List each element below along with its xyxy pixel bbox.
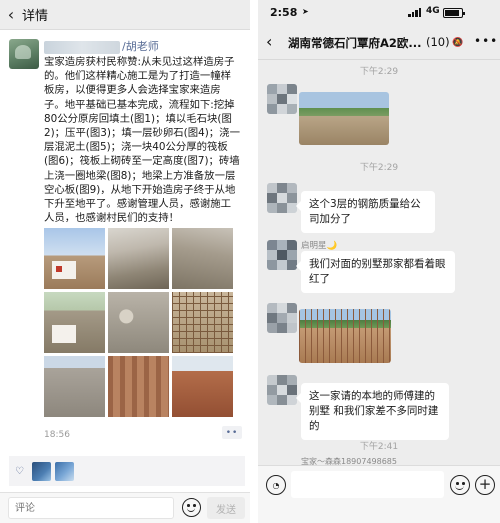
moment-detail-panel: ‹ 详情 /胡老师 宝家造房获村民称赞:从未见过这样造房子的。他们这样精心施工是…: [0, 0, 250, 523]
post-time: 18:56: [44, 430, 70, 440]
photo-thumbnail[interactable]: [172, 228, 233, 289]
author-name[interactable]: /胡老师: [122, 38, 159, 54]
post-text: 宝家造房获村民称赞:从未见过这样造房子的。他们这样精心施工是为了打造一幢样板房，…: [44, 56, 240, 225]
timestamp: 下午2:41: [359, 442, 399, 452]
chevron-left-icon[interactable]: ‹: [0, 0, 22, 30]
message-input[interactable]: [291, 471, 444, 498]
screenshot: ‹ 详情 /胡老师 宝家造房获村民称赞:从未见过这样造房子的。他们这样精心施工是…: [0, 0, 500, 523]
plus-icon[interactable]: +: [475, 475, 495, 495]
send-button[interactable]: 发送: [207, 497, 245, 519]
message-bubble[interactable]: 这个3层的钢筋质量给公司加分了: [296, 191, 435, 233]
sender-avatar[interactable]: [267, 183, 297, 213]
more-icon[interactable]: •••: [474, 34, 498, 48]
sender-avatar[interactable]: [267, 240, 297, 270]
sender-avatar[interactable]: [267, 84, 297, 114]
signal-icon: [408, 8, 422, 17]
liker-avatar[interactable]: [31, 461, 51, 481]
more-actions-button[interactable]: ••: [222, 426, 242, 439]
chat-title[interactable]: 湖南常德石门覃府A2欧...: [288, 35, 422, 51]
author-avatar[interactable]: [9, 39, 39, 69]
photo-grid: [44, 228, 233, 417]
chat-input-bar: ◔ +: [258, 465, 500, 523]
photo-thumbnail[interactable]: [172, 356, 233, 417]
photo-thumbnail[interactable]: [108, 292, 169, 353]
liker-avatar[interactable]: [54, 461, 74, 481]
likes-bar: ♡: [9, 456, 245, 486]
photo-thumbnail[interactable]: [108, 356, 169, 417]
sender-avatar[interactable]: [267, 303, 297, 333]
photo-thumbnail[interactable]: [172, 292, 233, 353]
timestamp: 下午2:29: [359, 67, 399, 77]
sender-avatar[interactable]: [267, 375, 297, 405]
voice-icon[interactable]: ◔: [266, 475, 286, 495]
message-bubble[interactable]: 这一家请的本地的师傅建的别墅 和我们家差不多同时建的: [296, 383, 449, 440]
photo-thumbnail[interactable]: [108, 228, 169, 289]
comment-input[interactable]: [8, 497, 174, 519]
detail-header: ‹ 详情: [0, 0, 250, 30]
status-time: 2:58: [270, 6, 298, 19]
timestamp: 下午2:29: [359, 163, 399, 173]
chevron-left-icon[interactable]: ‹: [266, 32, 272, 51]
heart-icon: ♡: [15, 465, 24, 477]
photo-thumbnail[interactable]: [44, 356, 105, 417]
group-chat-panel: 2:58 ➤ 4G ‹ 湖南常德石门覃府A2欧... (10) 🔕 ••• 下午…: [258, 0, 500, 523]
photo-thumbnail[interactable]: [44, 292, 105, 353]
smiley-icon[interactable]: [450, 475, 470, 495]
comment-bar: 发送: [0, 492, 250, 523]
battery-icon: [443, 8, 465, 18]
sender-name: 启明星🌙: [301, 241, 338, 251]
member-count: (10): [426, 35, 450, 49]
page-title: 详情: [22, 9, 49, 24]
message-bubble[interactable]: 我们对面的别墅那家都看着眼红了: [296, 251, 455, 293]
photo-thumbnail[interactable]: [44, 228, 105, 289]
location-arrow-icon: ➤: [302, 7, 309, 16]
smiley-icon[interactable]: [182, 498, 201, 517]
chat-photo[interactable]: [299, 92, 389, 145]
blurred-author-name: [44, 41, 120, 54]
mute-icon: 🔕: [452, 38, 464, 48]
network-label: 4G: [426, 6, 440, 16]
chat-header: ‹ 湖南常德石门覃府A2欧... (10) 🔕 •••: [258, 24, 500, 60]
status-bar: 2:58 ➤ 4G: [258, 0, 500, 24]
chat-photo[interactable]: [299, 309, 391, 363]
